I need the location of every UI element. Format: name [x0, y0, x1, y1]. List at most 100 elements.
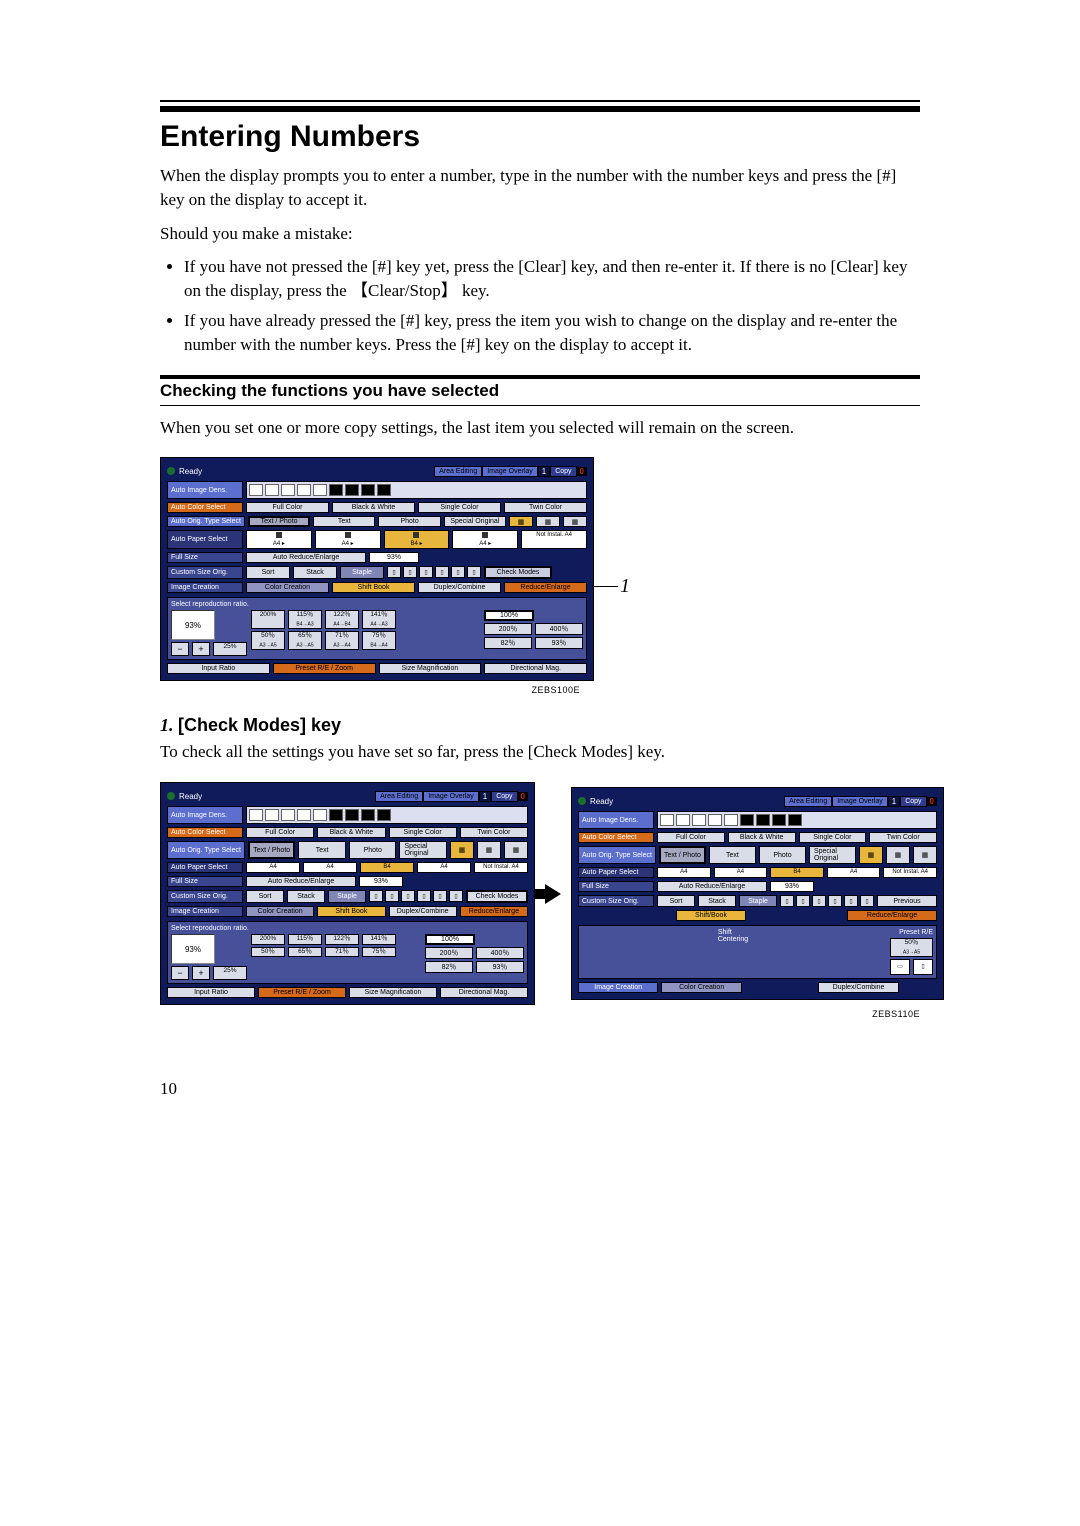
- text-photo-button[interactable]: Text / Photo: [248, 841, 296, 859]
- ratio-141[interactable]: 141％A4→A3: [362, 610, 396, 629]
- paper-a4-3[interactable]: A4: [827, 867, 881, 878]
- zoom-minus[interactable]: −: [171, 642, 189, 656]
- auto-color-select-button[interactable]: Auto Color Select: [167, 502, 243, 513]
- ratio-400[interactable]: 400％: [476, 947, 524, 959]
- shift-book-button[interactable]: Shift Book: [332, 582, 415, 593]
- auto-reduce-enlarge-button[interactable]: Auto Reduce/Enlarge: [246, 552, 366, 563]
- special-original-button[interactable]: Special Original: [399, 841, 447, 859]
- zoom-plus[interactable]: +: [192, 642, 210, 656]
- reduce-enlarge-button[interactable]: Reduce/Enlarge: [460, 906, 528, 917]
- single-color-button[interactable]: Single Color: [389, 827, 457, 838]
- paper-a4-1[interactable]: A4: [657, 867, 711, 878]
- ratio-50[interactable]: 50％: [251, 947, 285, 958]
- size-magnification-button[interactable]: Size Magnification: [379, 663, 482, 674]
- ratio-200[interactable]: 200%: [251, 934, 285, 945]
- pct-25[interactable]: 25%: [213, 642, 247, 656]
- paper-a4-2[interactable]: A4 ▸: [315, 530, 381, 549]
- auto-image-density-button[interactable]: Auto Image Dens.: [167, 806, 243, 824]
- paper-not-installed[interactable]: Not Instal. A4: [521, 530, 587, 549]
- custom-size-orig-button[interactable]: Custom Size Orig.: [167, 890, 243, 903]
- ratio-50[interactable]: 50％A3→A5: [251, 631, 285, 650]
- area-editing-button[interactable]: Area Editing: [375, 791, 423, 802]
- full-size-button[interactable]: Full Size: [167, 552, 243, 563]
- area-editing-button[interactable]: Area Editing: [434, 466, 482, 477]
- full-color-button[interactable]: Full Color: [246, 502, 329, 513]
- duplex-combine-button[interactable]: Duplex/Combine: [418, 582, 501, 593]
- directional-mag-button[interactable]: Directional Mag.: [484, 663, 587, 674]
- auto-orig-type-button[interactable]: Auto Orig. Type Select: [167, 516, 245, 527]
- staple-button[interactable]: Staple: [328, 890, 366, 903]
- ratio-65[interactable]: 65％A3→A5: [288, 631, 322, 650]
- pct-25[interactable]: 25%: [213, 966, 247, 980]
- ratio-115[interactable]: 115％: [288, 934, 322, 945]
- paper-a4-2[interactable]: A4: [714, 867, 768, 878]
- auto-reduce-enlarge-button[interactable]: Auto Reduce/Enlarge: [246, 876, 356, 887]
- stack-button[interactable]: Stack: [698, 895, 736, 907]
- ratio-200b[interactable]: 200％: [484, 623, 532, 635]
- photo-button[interactable]: Photo: [349, 841, 397, 859]
- bw-button[interactable]: Black & White: [332, 502, 415, 513]
- shift-book-tab[interactable]: Shift/Book: [676, 910, 746, 921]
- previous-button[interactable]: Previous: [877, 895, 937, 907]
- auto-paper-select-button[interactable]: Auto Paper Select: [167, 530, 243, 549]
- ratio-93[interactable]: 93％: [535, 637, 583, 649]
- image-overlay-button[interactable]: Image Overlay: [482, 466, 538, 477]
- auto-image-density-button[interactable]: Auto Image Dens.: [578, 811, 654, 829]
- zoom-plus[interactable]: +: [192, 966, 210, 980]
- image-overlay-button[interactable]: Image Overlay: [832, 796, 888, 807]
- size-magnification-button[interactable]: Size Magnification: [349, 987, 437, 998]
- check-modes-button[interactable]: Check Modes: [484, 566, 552, 579]
- stack-button[interactable]: Stack: [293, 566, 337, 579]
- input-ratio-button[interactable]: Input Ratio: [167, 987, 255, 998]
- color-creation-foot[interactable]: Color Creation: [661, 982, 741, 993]
- sort-button[interactable]: Sort: [246, 890, 284, 903]
- text-button[interactable]: Text: [709, 846, 756, 864]
- staple-positions[interactable]: ▯▯ ▯▯ ▯▯: [387, 566, 481, 579]
- paper-a4-1[interactable]: A4: [246, 862, 300, 873]
- auto-color-select-button[interactable]: Auto Color Select: [578, 832, 654, 843]
- ratio-122[interactable]: 122％: [325, 934, 359, 945]
- tray-icon-3[interactable]: ▦: [913, 846, 937, 864]
- bw-button[interactable]: Black & White: [728, 832, 796, 843]
- density-scale[interactable]: [246, 806, 528, 824]
- text-photo-button[interactable]: Text / Photo: [659, 846, 706, 864]
- auto-reduce-enlarge-button[interactable]: Auto Reduce/Enlarge: [657, 881, 767, 892]
- ratio-75[interactable]: 75％: [362, 947, 396, 958]
- duplex-combine-foot[interactable]: Duplex/Combine: [818, 982, 898, 993]
- staple-positions[interactable]: ▯▯▯▯▯▯: [369, 890, 463, 903]
- tray-icon-3[interactable]: ▦: [504, 841, 528, 859]
- custom-size-orig-button[interactable]: Custom Size Orig.: [578, 895, 654, 907]
- density-scale[interactable]: [657, 811, 937, 829]
- paper-not-installed[interactable]: Not Instal. A4: [883, 867, 937, 878]
- tray-icon-2[interactable]: ▦: [886, 846, 910, 864]
- tray-icon-1[interactable]: ▦: [509, 516, 533, 527]
- image-creation-foot[interactable]: Image Creation: [578, 982, 658, 993]
- paper-a4-2[interactable]: A4: [303, 862, 357, 873]
- ratio-122[interactable]: 122％A4→B4: [325, 610, 359, 629]
- color-creation-button[interactable]: Color Creation: [246, 582, 329, 593]
- bw-button[interactable]: Black & White: [317, 827, 385, 838]
- image-creation-button[interactable]: Image Creation: [167, 582, 243, 593]
- paper-a4-3[interactable]: A4 ▸: [452, 530, 518, 549]
- ratio-71[interactable]: 71％A3→A4: [325, 631, 359, 650]
- stack-button[interactable]: Stack: [287, 890, 325, 903]
- image-creation-button[interactable]: Image Creation: [167, 906, 243, 917]
- duplex-combine-button[interactable]: Duplex/Combine: [389, 906, 457, 917]
- twin-color-button[interactable]: Twin Color: [869, 832, 937, 843]
- single-color-button[interactable]: Single Color: [799, 832, 867, 843]
- paper-a4-3[interactable]: A4: [417, 862, 471, 873]
- ratio-115[interactable]: 115％B4→A3: [288, 610, 322, 629]
- photo-button[interactable]: Photo: [378, 516, 440, 527]
- auto-color-select-button[interactable]: Auto Color Select: [167, 827, 243, 838]
- tray-icon-1[interactable]: ▦: [450, 841, 474, 859]
- ratio-200[interactable]: 200%: [251, 610, 285, 629]
- special-original-button[interactable]: Special Original: [444, 516, 506, 527]
- staple-button[interactable]: Staple: [739, 895, 777, 907]
- special-original-button[interactable]: Special Original: [809, 846, 856, 864]
- paper-not-installed[interactable]: Not Instal. A4: [474, 862, 528, 873]
- ratio-82[interactable]: 82％: [484, 637, 532, 649]
- twin-color-button[interactable]: Twin Color: [504, 502, 587, 513]
- tray-icon-1[interactable]: ▦: [859, 846, 883, 864]
- auto-orig-type-button[interactable]: Auto Orig. Type Select: [167, 841, 245, 859]
- auto-orig-type-button[interactable]: Auto Orig. Type Select: [578, 846, 656, 864]
